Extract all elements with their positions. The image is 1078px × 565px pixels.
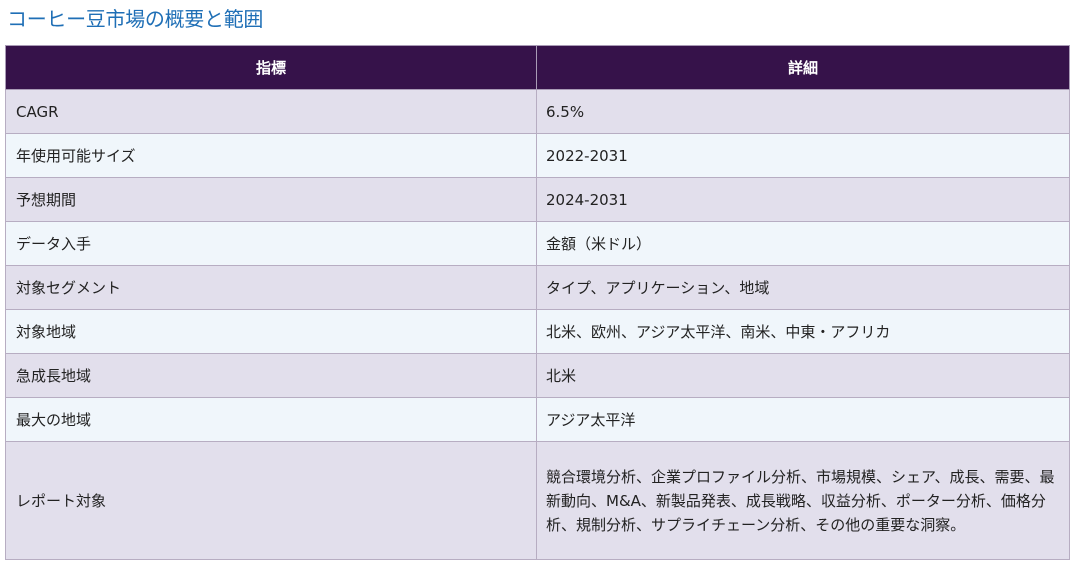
row-label: データ入手 (5, 221, 537, 266)
row-value: 2022-2031 (536, 133, 1070, 178)
row-value: 金額（米ドル） (536, 221, 1070, 266)
table-row: 予想期間 2024-2031 (5, 177, 1070, 222)
row-value: 北米 (536, 353, 1070, 398)
row-value: 競合環境分析、企業プロファイル分析、市場規模、シェア、成長、需要、最新動向、M&… (536, 441, 1070, 560)
row-value: アジア太平洋 (536, 397, 1070, 442)
row-label: 対象地域 (5, 309, 537, 354)
row-value: タイプ、アプリケーション、地域 (536, 265, 1070, 310)
table-row: 年使用可能サイズ 2022-2031 (5, 133, 1070, 178)
column-header-detail: 詳細 (536, 45, 1070, 90)
row-label: 年使用可能サイズ (5, 133, 537, 178)
row-label: 対象セグメント (5, 265, 537, 310)
table-row: 最大の地域 アジア太平洋 (5, 397, 1070, 442)
row-label: 予想期間 (5, 177, 537, 222)
table-row: CAGR 6.5% (5, 89, 1070, 134)
table-header-row: 指標 詳細 (5, 45, 1070, 90)
table-row: 対象地域 北米、欧州、アジア太平洋、南米、中東・アフリカ (5, 309, 1070, 354)
table-row: 急成長地域 北米 (5, 353, 1070, 398)
row-label: レポート対象 (5, 441, 537, 560)
summary-table: 指標 詳細 CAGR 6.5% 年使用可能サイズ 2022-2031 予想期間 … (5, 45, 1070, 560)
row-value: 2024-2031 (536, 177, 1070, 222)
table-row: レポート対象 競合環境分析、企業プロファイル分析、市場規模、シェア、成長、需要、… (5, 441, 1070, 560)
row-label: CAGR (5, 89, 537, 134)
page-title: コーヒー豆市場の概要と範囲 (7, 7, 264, 31)
row-label: 最大の地域 (5, 397, 537, 442)
table-row: 対象セグメント タイプ、アプリケーション、地域 (5, 265, 1070, 310)
table-row: データ入手 金額（米ドル） (5, 221, 1070, 266)
row-value: 北米、欧州、アジア太平洋、南米、中東・アフリカ (536, 309, 1070, 354)
column-header-metric: 指標 (5, 45, 537, 90)
row-label: 急成長地域 (5, 353, 537, 398)
row-value: 6.5% (536, 89, 1070, 134)
